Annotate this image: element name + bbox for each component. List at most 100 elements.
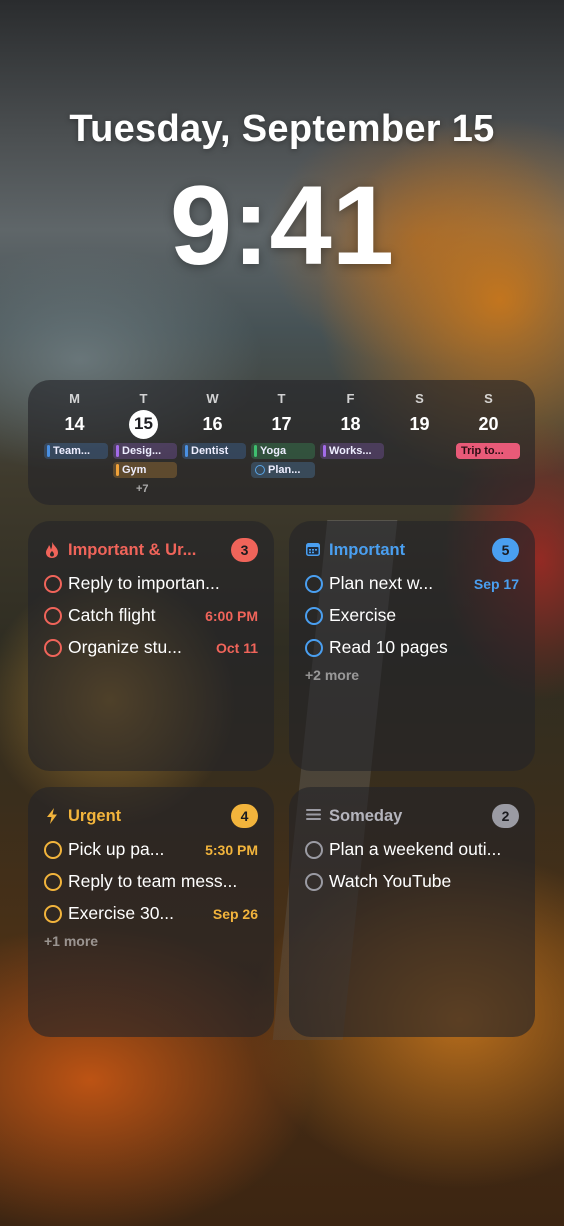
task-due: 6:00 PM	[205, 608, 258, 624]
more-events-label[interactable]: +7	[136, 483, 149, 495]
day-of-week: T	[139, 391, 148, 406]
task-checkbox[interactable]	[44, 639, 62, 657]
task-title: Organize stu...	[68, 637, 182, 657]
event-label: Team...	[53, 445, 91, 457]
event-label: Gym	[122, 464, 147, 476]
task-item[interactable]: Watch YouTube	[305, 870, 519, 894]
day-of-week: T	[277, 391, 286, 406]
count-badge: 4	[231, 804, 258, 828]
task-item[interactable]: Catch flight 6:00 PM	[44, 604, 258, 628]
widget-title: Important & Ur...	[68, 541, 197, 559]
event-label: Trip to...	[461, 445, 504, 457]
calendar-day-thu: T 17	[247, 380, 316, 439]
task-item[interactable]: Plan a weekend outi...	[305, 838, 519, 862]
someday-widget[interactable]: Someday 2 Plan a weekend outi... Watch Y…	[289, 787, 535, 1037]
calendar-event[interactable]: Team...	[44, 443, 108, 459]
flame-icon	[44, 541, 60, 559]
day-number: 14	[64, 413, 85, 434]
task-checkbox[interactable]	[44, 873, 62, 891]
event-color-bar	[254, 445, 257, 457]
day-number: 17	[271, 413, 292, 434]
task-checkbox[interactable]	[305, 639, 323, 657]
day-number: 18	[340, 413, 361, 434]
important-widget[interactable]: Important 5 Plan next w... Sep 17 Exerci…	[289, 521, 535, 771]
task-due: Sep 26	[212, 906, 258, 922]
task-checkbox[interactable]	[305, 607, 323, 625]
more-tasks-label[interactable]: +2 more	[305, 667, 359, 683]
event-color-bar	[116, 445, 119, 457]
task-checkbox[interactable]	[44, 905, 62, 923]
event-label: Works...	[329, 445, 372, 457]
count-badge: 5	[492, 538, 519, 562]
event-label: Plan...	[268, 464, 301, 476]
task-checkbox[interactable]	[305, 873, 323, 891]
day-of-week: W	[206, 391, 219, 406]
count-badge: 2	[492, 804, 519, 828]
calendar-event-allday[interactable]: Trip to...	[456, 443, 520, 459]
calendar-icon	[305, 541, 321, 559]
day-of-week: F	[346, 391, 355, 406]
calendar-event[interactable]: Yoga	[251, 443, 315, 459]
lightning-icon	[44, 807, 60, 825]
event-color-bar	[116, 464, 119, 476]
event-color-bar	[47, 445, 50, 457]
widget-title: Important	[329, 541, 406, 559]
task-title: Plan a weekend outi...	[329, 839, 502, 859]
task-checkbox[interactable]	[44, 607, 62, 625]
urgent-widget[interactable]: Urgent 4 Pick up pa... 5:30 PM Reply to …	[28, 787, 274, 1037]
task-checkbox[interactable]	[44, 575, 62, 593]
task-checkbox[interactable]	[44, 841, 62, 859]
task-title: Exercise	[329, 605, 397, 625]
event-label: Yoga	[260, 445, 287, 457]
calendar-day-fri: F 18	[316, 380, 385, 439]
more-tasks-label[interactable]: +1 more	[44, 933, 98, 949]
task-due: Sep 17	[473, 576, 519, 592]
calendar-day-tue: T 15	[109, 380, 178, 439]
task-title: Catch flight	[68, 605, 156, 625]
calendar-event[interactable]: Dentist	[182, 443, 246, 459]
day-number: 16	[202, 413, 223, 434]
event-label: Desig...	[122, 445, 162, 457]
task-item[interactable]: Pick up pa... 5:30 PM	[44, 838, 258, 862]
task-checkbox[interactable]	[305, 575, 323, 593]
task-item[interactable]: Plan next w... Sep 17	[305, 572, 519, 596]
task-title: Pick up pa...	[68, 839, 165, 859]
calendar-event[interactable]: Desig...	[113, 443, 177, 459]
task-title: Read 10 pages	[329, 637, 448, 657]
day-number-today: 15	[129, 409, 158, 439]
task-checkbox[interactable]	[305, 841, 323, 859]
task-item[interactable]: Organize stu... Oct 11	[44, 636, 258, 660]
task-title: Plan next w...	[329, 573, 434, 593]
task-item[interactable]: Reply to team mess...	[44, 870, 258, 894]
calendar-event[interactable]: Plan...	[251, 462, 315, 478]
task-item[interactable]: Read 10 pages	[305, 636, 519, 660]
calendar-week-widget[interactable]: M 14 T 15 W 16 T 17 F 18 S 19 S 20 Team.…	[28, 380, 535, 505]
event-circle-icon	[255, 465, 265, 475]
event-label: Dentist	[191, 445, 229, 457]
event-color-bar	[185, 445, 188, 457]
calendar-event[interactable]: Works...	[320, 443, 384, 459]
count-badge: 3	[231, 538, 258, 562]
widget-title: Urgent	[68, 807, 122, 825]
day-of-week: M	[69, 391, 80, 406]
day-number: 19	[409, 413, 430, 434]
day-of-week: S	[484, 391, 493, 406]
task-due: 5:30 PM	[205, 842, 258, 858]
day-number: 20	[478, 413, 499, 434]
day-of-week: S	[415, 391, 424, 406]
task-title: Reply to importan...	[68, 573, 220, 593]
lock-screen-date: Tuesday, September 15	[69, 108, 495, 150]
calendar-day-wed: W 16	[178, 380, 247, 439]
task-item[interactable]: Exercise 30... Sep 26	[44, 902, 258, 926]
event-color-bar	[323, 445, 326, 457]
important-urgent-widget[interactable]: Important & Ur... 3 Reply to importan...…	[28, 521, 274, 771]
lock-screen-time: 9:41	[169, 163, 395, 288]
task-item[interactable]: Exercise	[305, 604, 519, 628]
list-icon	[305, 807, 321, 825]
task-title: Watch YouTube	[329, 871, 452, 891]
calendar-day-sun: S 20	[454, 380, 523, 439]
calendar-day-sat: S 19	[385, 380, 454, 439]
task-item[interactable]: Reply to importan...	[44, 572, 258, 596]
calendar-event[interactable]: Gym	[113, 462, 177, 478]
task-title: Exercise 30...	[68, 903, 175, 923]
